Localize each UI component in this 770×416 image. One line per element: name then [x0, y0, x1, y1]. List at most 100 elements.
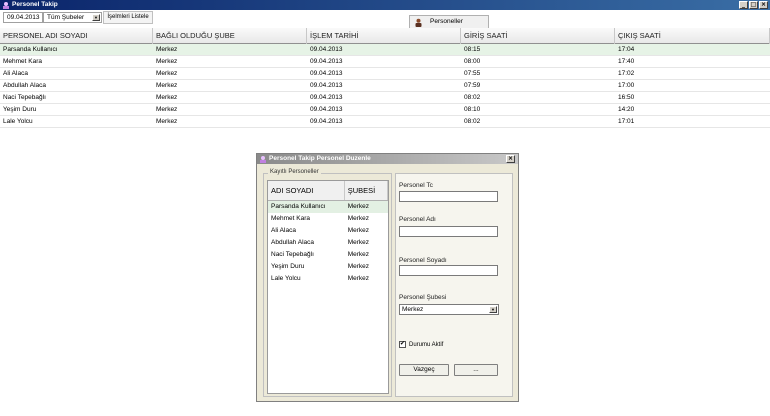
list-cell-branch: Merkez: [347, 227, 370, 234]
list-item[interactable]: Lale Yolcu Merkez: [268, 273, 388, 285]
name-label: Personel Adı: [399, 216, 436, 223]
user-icon: [415, 18, 422, 27]
table-row[interactable]: Abdullah Alaca Merkez 09.04.2013 07:59 1…: [0, 80, 770, 92]
name-input[interactable]: [399, 226, 498, 237]
cell-branch: Merkez: [156, 46, 178, 53]
cell-name: Lale Yolcu: [3, 118, 33, 125]
dialog-close-button[interactable]: ×: [506, 155, 515, 163]
cell-date: 09.04.2013: [310, 94, 343, 101]
window-titlebar: Personel Takip _ □ ×: [0, 0, 770, 10]
registered-personnel-group: Kayıtlı Personeller ADI SOYADI ŞUBESİ Pa…: [263, 169, 392, 397]
cell-checkin: 08:02: [464, 94, 481, 101]
grid-header: PERSONEL ADI SOYADI BAĞLI OLDUĞU ŞUBE İŞ…: [0, 28, 770, 44]
list-cell-branch: Merkez: [347, 215, 370, 222]
list-item[interactable]: Mehmet Kara Merkez: [268, 213, 388, 225]
list-item[interactable]: Ali Alaca Merkez: [268, 225, 388, 237]
list-column-header[interactable]: ŞUBESİ: [345, 181, 388, 200]
column-header[interactable]: İŞLEM TARİHİ: [307, 28, 461, 44]
cell-date: 09.04.2013: [310, 46, 343, 53]
cell-name: Naci Tepebağlı: [3, 94, 46, 101]
table-row[interactable]: Naci Tepebağlı Merkez 09.04.2013 08:02 1…: [0, 92, 770, 104]
dropdown-arrow-icon[interactable]: ▼: [489, 306, 497, 313]
list-column-header[interactable]: ADI SOYADI: [268, 181, 345, 200]
cell-checkin: 08:02: [464, 118, 481, 125]
table-row[interactable]: Mehmet Kara Merkez 09.04.2013 08:00 17:4…: [0, 56, 770, 68]
cell-date: 09.04.2013: [310, 70, 343, 77]
list-item[interactable]: Parsanda Kullanıcı Merkez: [268, 201, 388, 213]
list-cell-branch: Merkez: [347, 203, 370, 210]
surname-label: Personel Soyadı: [399, 257, 447, 264]
cell-checkout: 17:00: [618, 82, 635, 89]
cell-checkin: 08:15: [464, 46, 481, 53]
cell-checkin: 07:59: [464, 82, 481, 89]
surname-input[interactable]: [399, 265, 498, 276]
cell-checkin: 07:55: [464, 70, 481, 77]
dropdown-arrow-icon[interactable]: ▼: [92, 14, 100, 21]
cell-branch: Merkez: [156, 70, 178, 77]
list-cell-name: Parsanda Kullanıcı: [271, 203, 326, 210]
cell-checkout: 17:01: [618, 118, 635, 125]
active-checkbox[interactable]: ✔: [399, 341, 406, 348]
cell-branch: Merkez: [156, 118, 178, 125]
date-field[interactable]: 09.04.2013: [3, 12, 43, 23]
maximize-button[interactable]: □: [749, 1, 758, 9]
cell-checkout: 17:40: [618, 58, 635, 65]
column-header[interactable]: GİRİŞ SAATİ: [461, 28, 615, 44]
list-item[interactable]: Abdullah Alaca Merkez: [268, 237, 388, 249]
cell-checkout: 17:04: [618, 46, 635, 53]
list-cell-branch: Merkez: [347, 263, 370, 270]
list-cell-branch: Merkez: [347, 275, 370, 282]
branch-dropdown[interactable]: Merkez ▼: [399, 304, 499, 315]
tc-label: Personel Tc: [399, 182, 433, 189]
branch-dropdown-value: Merkez: [402, 306, 424, 313]
active-label: Durumu Aktif: [409, 342, 444, 348]
list-item[interactable]: Yeşim Duru Merkez: [268, 261, 388, 273]
minimize-button[interactable]: _: [739, 1, 748, 9]
cell-name: Mehmet Kara: [3, 58, 43, 65]
table-row[interactable]: Lale Yolcu Merkez 09.04.2013 08:02 17:01: [0, 116, 770, 128]
checkmark-icon: ✔: [400, 341, 406, 347]
window-app-icon: [3, 2, 9, 9]
action-button[interactable]: ...: [454, 364, 498, 376]
cell-branch: Merkez: [156, 106, 178, 113]
cell-date: 09.04.2013: [310, 82, 343, 89]
cell-checkout: 14:20: [618, 106, 635, 113]
cell-date: 09.04.2013: [310, 106, 343, 113]
list-cell-name: Abdullah Alaca: [271, 239, 315, 246]
list-item[interactable]: Naci Tepebağlı Merkez: [268, 249, 388, 261]
list-operations-button[interactable]: İşelmleri Listele: [103, 11, 153, 24]
list-cell-name: Yeşim Duru: [271, 263, 305, 270]
list-cell-name: Ali Alaca: [271, 227, 296, 234]
dialog-title: Personel Takip Personel Duzenle: [269, 155, 371, 162]
branch-select[interactable]: Tüm Şubeler ▼: [43, 12, 102, 23]
table-row[interactable]: Parsanda Kullanıcı Merkez 09.04.2013 08:…: [0, 44, 770, 56]
cell-checkout: 17:02: [618, 70, 635, 77]
cell-name: Yeşim Duru: [3, 106, 37, 113]
cell-name: Abdullah Alaca: [3, 82, 47, 89]
cell-date: 09.04.2013: [310, 58, 343, 65]
column-header[interactable]: ÇIKIŞ SAATİ: [615, 28, 770, 44]
window-title: Personel Takip: [12, 1, 58, 8]
dialog-titlebar[interactable]: Personel Takip Personel Duzenle: [257, 154, 518, 164]
table-row[interactable]: Yeşim Duru Merkez 09.04.2013 08:10 14:20: [0, 104, 770, 116]
close-button[interactable]: ×: [759, 1, 768, 9]
column-header[interactable]: PERSONEL ADI SOYADI: [0, 28, 153, 44]
window-controls: _ □ ×: [739, 1, 768, 9]
cancel-button[interactable]: Vazgeç: [399, 364, 449, 376]
personnel-form-panel: Personel Tc Personel Adı Personel Soyadı…: [395, 173, 513, 397]
column-header[interactable]: BAĞLI OLDUĞU ŞUBE: [153, 28, 307, 44]
list-cell-name: Mehmet Kara: [271, 215, 311, 222]
personnel-button-label: Personeller: [430, 18, 463, 25]
list-cell-branch: Merkez: [347, 251, 370, 258]
list-header: ADI SOYADI ŞUBESİ: [268, 181, 388, 201]
list-cell-name: Lale Yolcu: [271, 275, 301, 282]
table-row[interactable]: Ali Alaca Merkez 09.04.2013 07:55 17:02: [0, 68, 770, 80]
cell-checkout: 16:50: [618, 94, 635, 101]
personnel-button[interactable]: Personeller: [409, 15, 489, 29]
branch-label: Personel Şubesi: [399, 294, 447, 301]
tc-input[interactable]: [399, 191, 498, 202]
toolbar: 09.04.2013 Tüm Şubeler ▼ İşelmleri Liste…: [0, 10, 770, 25]
cell-name: Ali Alaca: [3, 70, 28, 77]
cell-name: Parsanda Kullanıcı: [3, 46, 58, 53]
branch-select-value: Tüm Şubeler: [47, 14, 85, 21]
